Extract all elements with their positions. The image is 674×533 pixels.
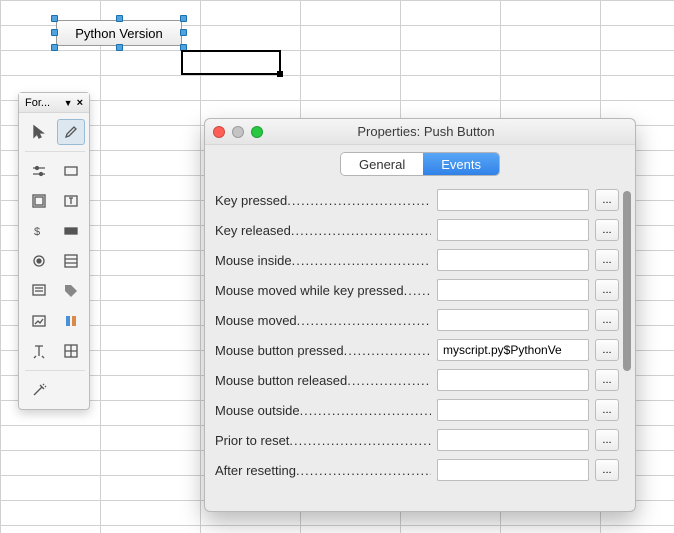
toolbox-titlebar[interactable]: For... ▼ × bbox=[19, 93, 89, 113]
button-control-icon[interactable] bbox=[57, 218, 85, 244]
pencil-tool-icon[interactable] bbox=[57, 119, 85, 145]
event-value-input[interactable] bbox=[437, 459, 589, 481]
event-label: Mouse button pressed....................… bbox=[215, 343, 431, 358]
empty-slot bbox=[57, 377, 85, 403]
event-value-input[interactable] bbox=[437, 249, 589, 271]
event-value-input[interactable] bbox=[437, 429, 589, 451]
window-close-icon[interactable] bbox=[213, 126, 225, 138]
scrollbar-thumb[interactable] bbox=[623, 191, 631, 371]
listbox-control-icon[interactable] bbox=[57, 248, 85, 274]
properties-tabs: General Events bbox=[341, 153, 499, 175]
event-label: Mouse moved.............................… bbox=[215, 313, 431, 328]
event-value-input[interactable] bbox=[437, 189, 589, 211]
cell-cursor[interactable] bbox=[181, 50, 281, 75]
event-row: Key released............................… bbox=[215, 215, 619, 245]
svg-text:$: $ bbox=[34, 226, 40, 238]
event-browse-button[interactable]: ... bbox=[595, 429, 619, 451]
selection-handle[interactable] bbox=[180, 15, 187, 22]
event-browse-button[interactable]: ... bbox=[595, 279, 619, 301]
form-push-button-label: Python Version bbox=[75, 26, 162, 41]
event-row: Prior to reset..........................… bbox=[215, 425, 619, 455]
tag-control-icon[interactable] bbox=[57, 278, 85, 304]
event-label: Mouse inside............................… bbox=[215, 253, 431, 268]
event-browse-button[interactable]: ... bbox=[595, 219, 619, 241]
selection-handle[interactable] bbox=[51, 44, 58, 51]
event-value-input[interactable] bbox=[437, 309, 589, 331]
currency-field-icon[interactable]: $ bbox=[25, 218, 53, 244]
text-tool-icon[interactable] bbox=[25, 338, 53, 364]
event-browse-button[interactable]: ... bbox=[595, 309, 619, 331]
textbox-control-icon[interactable] bbox=[57, 158, 85, 184]
close-icon[interactable]: × bbox=[77, 97, 83, 109]
event-value-input[interactable] bbox=[437, 219, 589, 241]
selection-handle[interactable] bbox=[51, 15, 58, 22]
form-controls-toolbox: For... ▼ × $ bbox=[18, 92, 90, 410]
event-label: Mouse button released...................… bbox=[215, 373, 431, 388]
event-row: Mouse button pressed....................… bbox=[215, 335, 619, 365]
event-label: Prior to reset..........................… bbox=[215, 433, 431, 448]
frame-control-icon[interactable] bbox=[25, 188, 53, 214]
event-value-input[interactable] bbox=[437, 339, 589, 361]
event-row: Key pressed.............................… bbox=[215, 185, 619, 215]
events-list: Key pressed.............................… bbox=[215, 185, 619, 503]
chevron-down-icon[interactable]: ▼ bbox=[64, 98, 73, 108]
properties-title: Properties: Push Button bbox=[225, 124, 627, 139]
tab-general[interactable]: General bbox=[341, 153, 423, 175]
selection-handle[interactable] bbox=[116, 15, 123, 22]
event-label: Mouse outside...........................… bbox=[215, 403, 431, 418]
event-row: Mouse moved.............................… bbox=[215, 305, 619, 335]
pointer-tool-icon[interactable] bbox=[25, 119, 53, 145]
form-push-button[interactable]: Python Version bbox=[56, 20, 182, 46]
properties-dialog: Properties: Push Button General Events K… bbox=[204, 118, 636, 512]
event-browse-button[interactable]: ... bbox=[595, 249, 619, 271]
selection-handle[interactable] bbox=[180, 29, 187, 36]
event-row: Mouse outside...........................… bbox=[215, 395, 619, 425]
event-label: After resetting.........................… bbox=[215, 463, 431, 478]
event-label: Mouse moved while key pressed...........… bbox=[215, 283, 431, 298]
image-control-icon[interactable] bbox=[25, 308, 53, 334]
slider-control-icon[interactable] bbox=[25, 158, 53, 184]
radio-button-icon[interactable] bbox=[25, 248, 53, 274]
pattern-field-icon[interactable] bbox=[57, 308, 85, 334]
event-browse-button[interactable]: ... bbox=[595, 339, 619, 361]
text-label-icon[interactable] bbox=[57, 188, 85, 214]
event-row: After resetting.........................… bbox=[215, 455, 619, 485]
event-value-input[interactable] bbox=[437, 399, 589, 421]
selection-handle[interactable] bbox=[116, 44, 123, 51]
properties-titlebar[interactable]: Properties: Push Button bbox=[205, 119, 635, 145]
event-value-input[interactable] bbox=[437, 369, 589, 391]
event-row: Mouse button released...................… bbox=[215, 365, 619, 395]
event-row: Mouse inside............................… bbox=[215, 245, 619, 275]
event-value-input[interactable] bbox=[437, 279, 589, 301]
notes-control-icon[interactable] bbox=[25, 278, 53, 304]
toolbox-title-text: For... bbox=[25, 97, 50, 109]
table-control-icon[interactable] bbox=[57, 338, 85, 364]
wizard-icon[interactable] bbox=[25, 377, 53, 403]
tab-events[interactable]: Events bbox=[423, 153, 499, 175]
event-label: Key pressed.............................… bbox=[215, 193, 431, 208]
event-browse-button[interactable]: ... bbox=[595, 459, 619, 481]
selection-handle[interactable] bbox=[51, 29, 58, 36]
event-browse-button[interactable]: ... bbox=[595, 189, 619, 211]
event-browse-button[interactable]: ... bbox=[595, 369, 619, 391]
event-row: Mouse moved while key pressed...........… bbox=[215, 275, 619, 305]
event-browse-button[interactable]: ... bbox=[595, 399, 619, 421]
event-label: Key released............................… bbox=[215, 223, 431, 238]
